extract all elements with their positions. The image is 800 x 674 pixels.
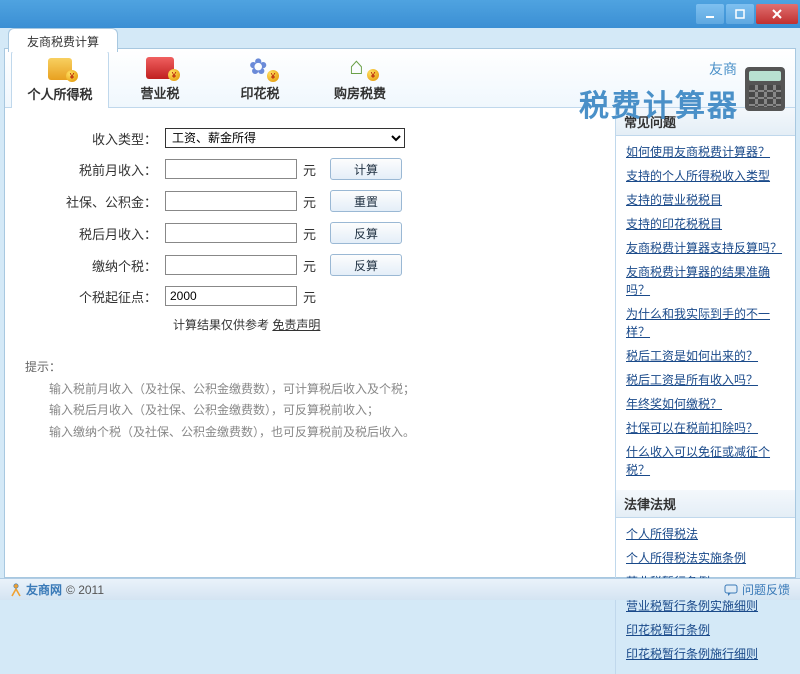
person-icon [10, 583, 22, 597]
unit: 元 [303, 287, 316, 306]
tab-business-tax[interactable]: ¥ 营业税 [111, 49, 209, 107]
feedback-text: 问题反馈 [742, 581, 790, 598]
disclaimer-link[interactable]: 免责声明 [272, 318, 320, 332]
tab-label: 购房税费 [334, 83, 386, 102]
reset-button[interactable]: 重置 [330, 190, 402, 212]
income-type-label: 收入类型： [25, 129, 165, 148]
person-card-icon: ¥ [48, 58, 72, 80]
status-brand[interactable]: 友商网 © 2011 [10, 581, 104, 598]
faq-link[interactable]: 税后工资是所有收入吗？ [626, 368, 785, 392]
unit: 元 [303, 160, 316, 179]
faq-link[interactable]: 支持的个人所得税收入类型 [626, 164, 785, 188]
tab-stamp-tax[interactable]: ¥ 印花税 [211, 49, 309, 107]
faq-link[interactable]: 为什么和我实际到手的不一样？ [626, 302, 785, 344]
copyright: © 2011 [66, 583, 104, 597]
content: ¥ 个人所得税 ¥ 营业税 ¥ 印花税 ¥ 购房税费 友商 税费计算器 [4, 48, 796, 578]
tab-label: 个人所得税 [27, 84, 92, 103]
feedback-link[interactable]: 问题反馈 [724, 581, 790, 598]
disclaimer-text: 计算结果仅供参考 [173, 318, 269, 332]
reverse-button-1[interactable]: 反算 [330, 222, 402, 244]
statusbar: 友商网 © 2011 问题反馈 [0, 578, 800, 600]
faq-link[interactable]: 友商税费计算器的结果准确吗？ [626, 260, 785, 302]
close-button[interactable] [756, 4, 798, 24]
threshold-label: 个税起征点： [25, 287, 165, 306]
faq-link[interactable]: 如何使用友商税费计算器？ [626, 140, 785, 164]
tab-label: 营业税 [140, 83, 179, 102]
law-link[interactable]: 个人所得税法 [626, 522, 785, 546]
unit: 元 [303, 256, 316, 275]
faq-list: 如何使用友商税费计算器？ 支持的个人所得税收入类型 支持的营业税税目 支持的印花… [616, 136, 795, 490]
law-link[interactable]: 个人所得税法实施条例 [626, 546, 785, 570]
tax-paid-label: 缴纳个税： [25, 256, 165, 275]
pre-tax-input[interactable] [165, 159, 297, 179]
law-header: 法律法规 [616, 490, 795, 518]
brand-small: 友商 [579, 59, 737, 79]
hint-line: 输入缴纳个税（及社保、公积金缴费数），也可反算税前及税后收入。 [49, 422, 603, 444]
hint-line: 输入税后月收入（及社保、公积金缴费数），可反算税前收入； [49, 400, 603, 422]
flower-stamp-icon: ¥ [247, 56, 273, 80]
income-type-select[interactable]: 工资、薪金所得 [165, 128, 405, 148]
calculator-icon [745, 67, 785, 111]
house-icon: ¥ [347, 57, 373, 79]
speech-bubble-icon [724, 584, 738, 596]
minimize-button[interactable] [696, 4, 724, 24]
faq-link[interactable]: 年终奖如何缴税？ [626, 392, 785, 416]
calculate-button[interactable]: 计算 [330, 158, 402, 180]
brand-logo: 友商 税费计算器 [579, 53, 785, 125]
faq-link[interactable]: 支持的营业税税目 [626, 188, 785, 212]
law-link[interactable]: 印花税暂行条例 [626, 618, 785, 642]
threshold-input[interactable] [165, 286, 297, 306]
faq-link[interactable]: 什么收入可以免征或减征个税？ [626, 440, 785, 482]
window-titlebar [0, 0, 800, 28]
unit: 元 [303, 192, 316, 211]
faq-link[interactable]: 支持的印花税税目 [626, 212, 785, 236]
hints-title: 提示： [25, 357, 603, 379]
pre-tax-label: 税前月收入： [25, 160, 165, 179]
status-brand-text: 友商网 [26, 581, 62, 598]
disclaimer: 计算结果仅供参考 免责声明 [173, 316, 603, 333]
insurance-input[interactable] [165, 191, 297, 211]
post-tax-label: 税后月收入： [25, 224, 165, 243]
faq-link[interactable]: 友商税费计算器支持反算吗？ [626, 236, 785, 260]
tab-housing-tax[interactable]: ¥ 购房税费 [311, 49, 409, 107]
main-tab-bar: ¥ 个人所得税 ¥ 营业税 ¥ 印花税 ¥ 购房税费 友商 税费计算器 [5, 49, 795, 108]
tax-paid-input[interactable] [165, 255, 297, 275]
faq-link[interactable]: 税后工资是如何出来的？ [626, 344, 785, 368]
hint-line: 输入税前月收入（及社保、公积金缴费数），可计算税后收入及个税； [49, 379, 603, 401]
reverse-button-2[interactable]: 反算 [330, 254, 402, 276]
hints-block: 提示： 输入税前月收入（及社保、公积金缴费数），可计算税后收入及个税； 输入税后… [25, 357, 603, 443]
maximize-button[interactable] [726, 4, 754, 24]
faq-link[interactable]: 社保可以在税前扣除吗？ [626, 416, 785, 440]
law-link[interactable]: 印花税暂行条例施行细则 [626, 642, 785, 666]
brand-main: 税费计算器 [579, 81, 739, 125]
unit: 元 [303, 224, 316, 243]
tab-label: 印花税 [240, 83, 279, 102]
open-sign-icon: ¥ [146, 57, 174, 79]
tab-income-tax[interactable]: ¥ 个人所得税 [11, 50, 109, 108]
insurance-label: 社保、公积金： [25, 192, 165, 211]
post-tax-input[interactable] [165, 223, 297, 243]
app-tab: 友商税费计算 [8, 28, 118, 52]
